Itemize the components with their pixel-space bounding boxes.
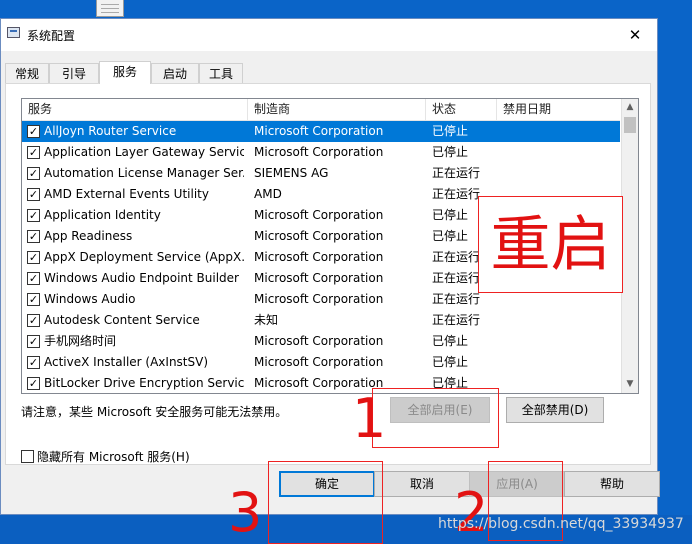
tab-services[interactable]: 服务 [99,61,151,84]
manufacturer-cell: SIEMENS AG [254,166,329,180]
close-icon[interactable]: ✕ [613,19,657,51]
status-cell: 正在运行 [432,166,481,180]
annotation-box-3 [268,461,383,544]
check-icon[interactable]: ✓ [27,356,40,369]
service-name-cell: AllJoyn Router Service [44,124,177,138]
check-icon[interactable]: ✓ [27,230,40,243]
annotation-number-1: 1 [352,387,387,450]
status-cell: 已停止 [432,355,469,369]
table-row[interactable]: ✓ Application Layer Gateway Service Micros… [22,142,620,163]
column-header-disabled-date[interactable]: 禁用日期 [497,99,620,120]
check-icon[interactable]: ✓ [27,272,40,285]
status-cell: 已停止 [432,124,469,138]
column-header-service[interactable]: 服务 [22,99,248,120]
tab-general[interactable]: 常规 [5,63,49,83]
service-name-cell: App Readiness [44,229,133,243]
window-title: 系统配置 [27,29,76,43]
annotation-box-1 [372,388,499,448]
manufacturer-cell: Microsoft Corporation [254,271,384,285]
table-row[interactable]: ✓ ActiveX Installer (AxInstSV) Microsoft C… [22,352,620,373]
chevron-down-icon[interactable]: ▼ [622,376,638,393]
table-row[interactable]: ✓ AllJoyn Router Service Microsoft Corpora… [22,121,620,142]
service-name-cell: Windows Audio Endpoint Builder [44,271,239,285]
status-cell: 已停止 [432,334,469,348]
table-row[interactable]: ✓ BitLocker Drive Encryption Service Micro… [22,373,620,393]
status-cell: 正在运行 [432,313,481,327]
restart-annotation: 重启 [478,196,623,293]
check-icon[interactable]: ✓ [27,188,40,201]
table-row[interactable]: ✓ Automation License Manager Ser... SIEMEN… [22,163,620,184]
column-header-manufacturer[interactable]: 制造商 [248,99,426,120]
table-row[interactable]: ✓ 手机网络时间 Microsoft Corporation 已停止 [22,331,620,352]
hide-ms-checkbox[interactable] [21,450,34,463]
manufacturer-cell: 未知 [254,313,279,327]
table-row[interactable]: ✓ Autodesk Content Service 未知 正在运行 [22,310,620,331]
list-header: 服务 制造商 状态 禁用日期 [22,99,620,121]
hide-ms-label: 隐藏所有 Microsoft 服务(H) [37,450,190,464]
manufacturer-cell: Microsoft Corporation [254,145,384,159]
manufacturer-cell: Microsoft Corporation [254,334,384,348]
chevron-up-icon[interactable]: ▲ [622,99,638,116]
service-name-cell: AMD External Events Utility [44,187,209,201]
tab-tools[interactable]: 工具 [199,63,243,83]
manufacturer-cell: Microsoft Corporation [254,124,384,138]
service-name-cell: Autodesk Content Service [44,313,200,327]
title-bar: 系统配置 ✕ [1,19,657,51]
watermark-text: https://blog.csdn.net/qq_33934937 [438,516,684,532]
disable-all-button[interactable]: 全部禁用(D) [506,397,604,423]
check-icon[interactable]: ✓ [27,167,40,180]
manufacturer-cell: Microsoft Corporation [254,250,384,264]
service-name-cell: 手机网络时间 [44,334,117,348]
vertical-scrollbar[interactable]: ▲ ▼ [621,99,638,393]
manufacturer-cell: Microsoft Corporation [254,292,384,306]
check-icon[interactable]: ✓ [27,125,40,138]
service-name-cell: Windows Audio [44,292,136,306]
service-name-cell: Application Identity [44,208,161,222]
annotation-number-3: 3 [228,481,263,544]
status-cell: 已停止 [432,145,469,159]
check-icon[interactable]: ✓ [27,209,40,222]
check-icon[interactable]: ✓ [27,146,40,159]
manufacturer-cell: Microsoft Corporation [254,229,384,243]
manufacturer-cell: AMD [254,187,282,201]
service-name-cell: BitLocker Drive Encryption Service [44,376,244,390]
check-icon[interactable]: ✓ [27,377,40,390]
service-name-cell: AppX Deployment Service (AppX... [44,250,244,264]
tab-startup[interactable]: 启动 [151,63,199,83]
check-icon[interactable]: ✓ [27,335,40,348]
scrollbar-thumb[interactable] [624,117,636,133]
tab-boot[interactable]: 引导 [49,63,99,83]
security-note: 请注意，某些 Microsoft 安全服务可能无法禁用。 [21,405,288,419]
check-icon[interactable]: ✓ [27,293,40,306]
desktop-file-icon[interactable] [96,0,124,17]
service-name-cell: Automation License Manager Ser... [44,166,244,180]
column-header-status[interactable]: 状态 [426,99,497,120]
help-button[interactable]: 帮助 [564,471,660,497]
manufacturer-cell: Microsoft Corporation [254,208,384,222]
msconfig-app-icon [7,27,20,38]
manufacturer-cell: Microsoft Corporation [254,355,384,369]
service-name-cell: Application Layer Gateway Service [44,145,244,159]
service-name-cell: ActiveX Installer (AxInstSV) [44,355,209,369]
check-icon[interactable]: ✓ [27,314,40,327]
check-icon[interactable]: ✓ [27,251,40,264]
